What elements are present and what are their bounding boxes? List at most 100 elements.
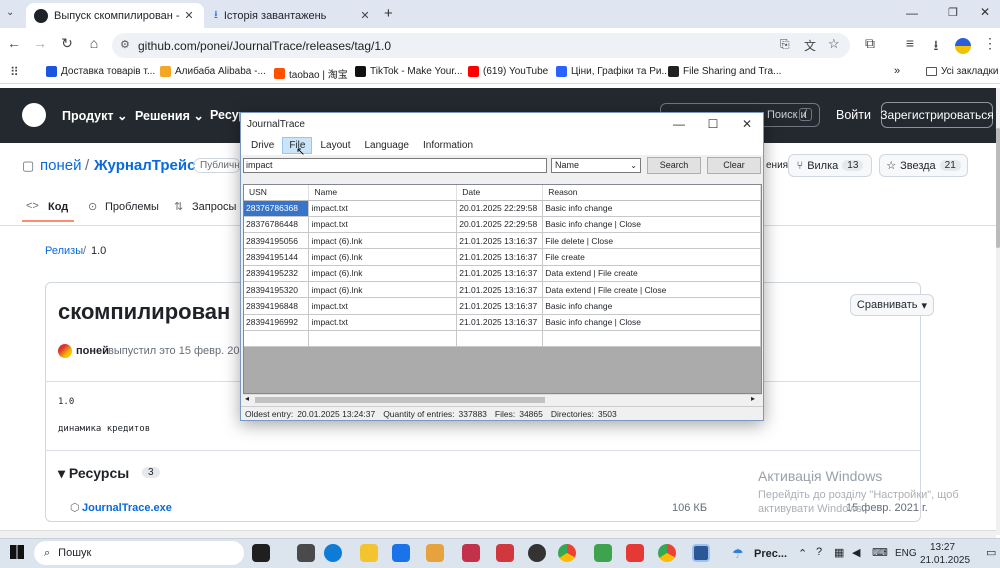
bookmark-item[interactable]: Ціни, Графіки та Ри...: [556, 66, 670, 77]
app-icon[interactable]: [528, 544, 546, 562]
tab-issues[interactable]: Проблемы: [105, 201, 159, 213]
scroll-right-icon[interactable]: ▸: [751, 394, 755, 403]
minimize-icon[interactable]: —: [906, 6, 918, 20]
close-tab-icon[interactable]: ✕: [182, 9, 196, 22]
app-close-icon[interactable]: ✕: [731, 113, 763, 135]
app-titlebar[interactable]: JournalTrace — ☐ ✕: [241, 113, 763, 135]
install-icon[interactable]: ⎘: [780, 37, 790, 52]
search-field-select[interactable]: Name ⌄: [551, 158, 641, 173]
language-indicator[interactable]: ENG: [895, 548, 917, 559]
asset-link[interactable]: JournalTrace.exe: [82, 502, 172, 514]
tab-pull-requests[interactable]: Запросы к: [192, 201, 238, 213]
table-row[interactable]: 28394195144 impact (6).lnk 21.01.2025 13:1…: [244, 248, 761, 266]
grid-scroll-thumb[interactable]: [255, 397, 545, 403]
notifications-label[interactable]: ения: [766, 160, 788, 171]
assets-toggle[interactable]: ▾ Ресурсы: [58, 465, 129, 482]
close-window-icon[interactable]: ✕: [980, 5, 990, 19]
downloads-icon[interactable]: ⭳: [926, 35, 946, 59]
app-icon[interactable]: [496, 544, 514, 562]
column-date[interactable]: Date: [456, 185, 544, 201]
app-icon[interactable]: [626, 544, 644, 562]
repo-name-link[interactable]: ЖурналТрейс: [94, 157, 195, 174]
back-icon[interactable]: ←: [4, 35, 24, 51]
table-row[interactable]: 28394195320 impact (6).lnk 21.01.2025 13:1…: [244, 281, 761, 299]
page-scrollbar[interactable]: [996, 88, 1000, 535]
help-icon[interactable]: ?: [816, 546, 822, 558]
edge-icon[interactable]: [324, 544, 342, 562]
nav-product[interactable]: Продукт ⌄: [62, 108, 127, 123]
menu-information[interactable]: Information: [417, 138, 479, 153]
breadcrumb-releases[interactable]: Релизы: [45, 245, 83, 257]
media-icon[interactable]: ≡: [900, 35, 920, 51]
tray-chevron-icon[interactable]: ⌃: [798, 547, 807, 560]
new-tab-icon[interactable]: +: [384, 5, 393, 22]
grid-horizontal-scrollbar[interactable]: ◂ ▸: [243, 394, 762, 405]
address-bar[interactable]: ⚙ github.com/ponei/JournalTrace/releases…: [112, 33, 850, 58]
more-bookmarks-icon[interactable]: »: [894, 65, 900, 77]
table-row[interactable]: 28376786448 impact.txt 20.01.2025 22:29:58…: [244, 216, 761, 234]
table-row[interactable]: 28394195232 impact (6).lnk 21.01.2025 13:1…: [244, 265, 761, 282]
tab-downloads[interactable]: ⭳ Історія завантажень ✕: [206, 3, 380, 28]
forward-icon[interactable]: →: [30, 35, 50, 51]
tab-release[interactable]: Выпуск скомпилирован - pone ✕: [26, 3, 204, 28]
sign-up-button[interactable]: Зарегистрироваться: [880, 102, 994, 128]
star-button[interactable]: ☆ Звезда 21: [879, 154, 968, 177]
journaltrace-taskbar-icon[interactable]: [692, 544, 710, 562]
keyboard-icon[interactable]: ⌨: [872, 546, 888, 559]
apps-grid-icon[interactable]: ⠿: [10, 65, 19, 79]
bookmark-item[interactable]: (619) YouTube: [468, 66, 548, 77]
bookmark-item[interactable]: taobao | 淘宝: [274, 66, 348, 81]
nav-solutions[interactable]: Решения ⌄: [135, 108, 204, 123]
app-icon[interactable]: [462, 544, 480, 562]
column-reason[interactable]: Reason: [542, 185, 761, 201]
column-usn[interactable]: USN: [244, 185, 310, 201]
app-icon[interactable]: [297, 544, 315, 562]
sign-in-link[interactable]: Войти: [836, 108, 871, 122]
profile-avatar[interactable]: [955, 38, 971, 54]
search-button[interactable]: Search: [647, 157, 701, 174]
menu-layout[interactable]: Layout: [314, 138, 356, 153]
repo-owner-link[interactable]: поней: [40, 157, 81, 174]
restore-icon[interactable]: ❐: [948, 6, 958, 19]
table-row[interactable]: 28394196992 impact.txt 21.01.2025 13:16:37…: [244, 314, 761, 331]
author-link[interactable]: поней: [76, 345, 109, 357]
app-search-input[interactable]: impact: [243, 158, 547, 173]
author-avatar[interactable]: [58, 344, 72, 358]
table-row[interactable]: 28394195056 impact (6).lnk 21.01.2025 13:1…: [244, 232, 761, 250]
github-logo-icon[interactable]: [22, 103, 46, 127]
chrome-icon[interactable]: [658, 544, 676, 562]
compare-button[interactable]: Сравнивать ▾: [850, 294, 934, 316]
task-view-icon[interactable]: [252, 544, 270, 562]
home-icon[interactable]: ⌂: [84, 35, 104, 51]
chrome-icon[interactable]: [558, 544, 576, 562]
column-name[interactable]: Name: [308, 185, 458, 201]
close-tab-icon[interactable]: ✕: [358, 9, 372, 22]
bookmark-item[interactable]: File Sharing and Tra...: [668, 66, 781, 77]
menu-drive[interactable]: Drive: [245, 138, 280, 153]
store-icon[interactable]: [426, 544, 444, 562]
results-grid[interactable]: USN Name Date Reason 28376786368 impact.t…: [243, 184, 762, 394]
translate-icon[interactable]: 文: [804, 37, 816, 54]
table-row[interactable]: 28394196848 impact.txt 21.01.2025 13:16:37…: [244, 297, 761, 315]
app-icon[interactable]: [594, 544, 612, 562]
taskbar-search[interactable]: ⌕ Пошук: [34, 541, 244, 565]
clock-time[interactable]: 13:27: [930, 542, 955, 553]
bookmark-item[interactable]: Доставка товарів т...: [46, 66, 155, 77]
clear-button[interactable]: Clear: [707, 157, 761, 174]
table-row[interactable]: 28376786368 impact.txt 20.01.2025 22:29:58…: [244, 200, 761, 217]
weather-text[interactable]: Prec...: [754, 548, 787, 560]
page-horizontal-scrollbar[interactable]: [0, 530, 996, 538]
site-info-icon[interactable]: ⚙: [120, 38, 130, 51]
app-minimize-icon[interactable]: —: [663, 113, 695, 135]
mail-icon[interactable]: [392, 544, 410, 562]
app-maximize-icon[interactable]: ☐: [697, 113, 729, 135]
volume-icon[interactable]: ◀: [852, 546, 860, 559]
windows-start-icon[interactable]: [10, 545, 24, 559]
reload-icon[interactable]: ↻: [57, 35, 77, 52]
tab-code[interactable]: Код: [48, 201, 68, 213]
menu-icon[interactable]: ⋮: [980, 35, 1000, 52]
notifications-icon[interactable]: ▭: [986, 546, 996, 559]
extensions-icon[interactable]: ⧉: [860, 35, 880, 52]
bookmark-star-icon[interactable]: ☆: [828, 36, 840, 52]
all-bookmarks-folder[interactable]: Усі закладки: [926, 66, 999, 77]
